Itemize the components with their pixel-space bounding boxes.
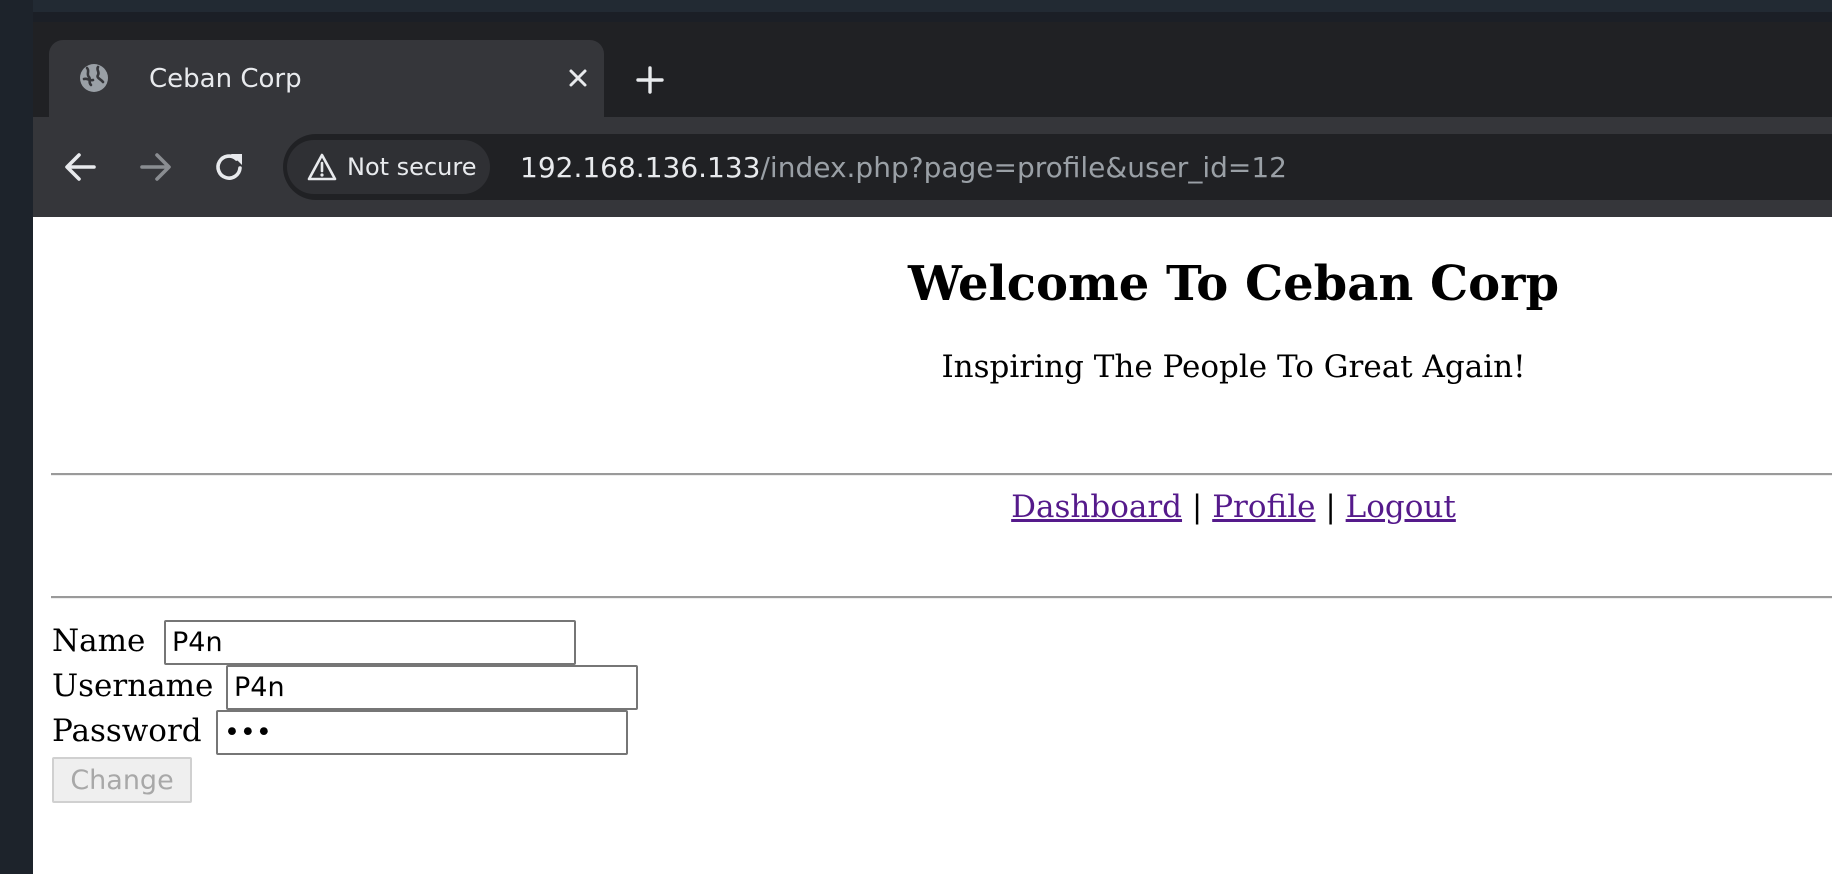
page-title: Welcome To Ceban Corp [907, 256, 1560, 312]
arrow-left-icon[interactable] [61, 147, 101, 187]
page-viewport: Welcome To Ceban Corp Inspiring The Peop… [33, 217, 1832, 874]
profile-link[interactable]: Profile [1212, 489, 1315, 525]
divider [51, 473, 1832, 476]
address-bar[interactable]: Not secure 192.168.136.133/index.php?pag… [283, 134, 1832, 200]
password-label: Password [52, 713, 202, 749]
security-indicator[interactable]: Not secure [287, 140, 490, 194]
username-label: Username [52, 668, 214, 704]
site-nav: Dashboard | Profile | Logout [33, 485, 1832, 529]
password-row: Password [52, 709, 628, 755]
plus-icon[interactable] [634, 64, 666, 96]
url-path: /index.php?page=profile&user_id=12 [760, 151, 1287, 184]
close-icon[interactable] [564, 64, 592, 92]
desktop-top-strip [0, 0, 1832, 12]
tab-strip: Ceban Corp [33, 22, 1832, 117]
page-tagline: Inspiring The People To Great Again! [941, 349, 1526, 385]
change-button[interactable]: Change [52, 757, 192, 803]
divider [51, 596, 1832, 599]
username-row: Username [52, 664, 638, 710]
logout-link[interactable]: Logout [1346, 489, 1456, 525]
password-field[interactable] [216, 710, 628, 755]
desktop-left-strip [0, 0, 33, 874]
tab-ceban-corp[interactable]: Ceban Corp [49, 40, 604, 117]
browser-window: Ceban Corp Not secure 192.168.136.133/in… [33, 22, 1832, 874]
dashboard-link[interactable]: Dashboard [1011, 489, 1182, 525]
url-host: 192.168.136.133 [520, 151, 761, 184]
nav-separator: | [1325, 489, 1336, 525]
name-label: Name [52, 623, 146, 659]
arrow-right-icon[interactable] [135, 147, 175, 187]
username-field[interactable] [226, 665, 638, 710]
browser-toolbar: Not secure 192.168.136.133/index.php?pag… [33, 117, 1832, 217]
nav-separator: | [1191, 489, 1203, 525]
desktop-background: Ceban Corp Not secure 192.168.136.133/in… [0, 0, 1832, 874]
name-field[interactable] [164, 620, 576, 665]
security-label: Not secure [347, 153, 477, 181]
globe-icon [80, 64, 108, 92]
tab-title: Ceban Corp [149, 64, 302, 94]
reload-icon[interactable] [209, 147, 249, 187]
warning-icon [307, 153, 337, 181]
name-row: Name [52, 619, 576, 665]
url-text[interactable]: 192.168.136.133/index.php?page=profile&u… [520, 148, 1287, 188]
